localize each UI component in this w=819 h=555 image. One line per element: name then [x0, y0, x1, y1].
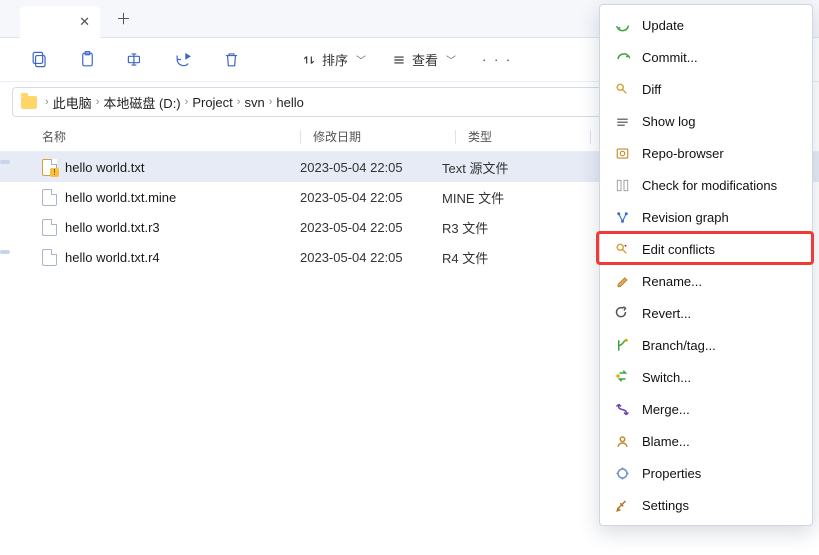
- check-icon: [614, 177, 630, 193]
- menu-item-editconf[interactable]: Edit conflicts: [600, 233, 812, 265]
- file-type: Text 源文件: [442, 158, 564, 177]
- menu-item-revert[interactable]: Revert...: [600, 297, 812, 329]
- menu-item-checkmods[interactable]: Check for modifications: [600, 169, 812, 201]
- menu-item-merge[interactable]: Merge...: [600, 393, 812, 425]
- file-icon: [42, 159, 57, 176]
- file-name: hello world.txt.r3: [65, 220, 160, 235]
- file-type: MINE 文件: [442, 188, 564, 207]
- menu-item-label: Check for modifications: [642, 178, 777, 193]
- menu-item-diff[interactable]: Diff: [600, 73, 812, 105]
- active-tab[interactable]: ✕: [20, 6, 100, 38]
- file-date: 2023-05-04 22:05: [300, 160, 442, 175]
- menu-item-label: Properties: [642, 466, 701, 481]
- share-icon[interactable]: [172, 49, 194, 71]
- chevron-right-icon: ›: [237, 96, 241, 108]
- view-label: 查看: [412, 50, 438, 69]
- menu-item-label: Rename...: [642, 274, 702, 289]
- file-icon: [42, 219, 57, 236]
- context-menu: Update Commit... Diff Show log Repo-browser C…: [599, 4, 813, 526]
- file-icon: [42, 189, 57, 206]
- file-date: 2023-05-04 22:05: [300, 220, 442, 235]
- file-date: 2023-05-04 22:05: [300, 190, 442, 205]
- view-button[interactable]: 查看 ﹀: [392, 50, 456, 69]
- menu-item-label: Merge...: [642, 402, 690, 417]
- file-icon: [42, 249, 57, 266]
- sort-button[interactable]: 排序 ﹀: [302, 50, 366, 69]
- menu-item-label: Show log: [642, 114, 695, 129]
- menu-item-properties[interactable]: Properties: [600, 457, 812, 489]
- menu-item-label: Blame...: [642, 434, 690, 449]
- menu-item-label: Commit...: [642, 50, 698, 65]
- breadcrumb-part[interactable]: svn: [244, 95, 264, 110]
- menu-item-label: Repo-browser: [642, 146, 724, 161]
- nav-collapse-handle[interactable]: [0, 160, 10, 164]
- switch-icon: [614, 369, 630, 385]
- menu-item-blame[interactable]: Blame...: [600, 425, 812, 457]
- menu-item-label: Revert...: [642, 306, 691, 321]
- header-type[interactable]: 类型: [468, 128, 590, 145]
- file-date: 2023-05-04 22:05: [300, 250, 442, 265]
- graph-icon: [614, 209, 630, 225]
- header-name[interactable]: 名称: [42, 128, 300, 145]
- menu-item-settings[interactable]: Settings: [600, 489, 812, 521]
- folder-icon: [21, 96, 37, 109]
- menu-item-commit[interactable]: Commit...: [600, 41, 812, 73]
- menu-item-branchtag[interactable]: Branch/tag...: [600, 329, 812, 361]
- rename-icon[interactable]: [124, 49, 146, 71]
- menu-item-label: Update: [642, 18, 684, 33]
- chevron-right-icon: ›: [45, 96, 49, 108]
- breadcrumb-part[interactable]: Project: [192, 95, 232, 110]
- menu-item-label: Switch...: [642, 370, 691, 385]
- repo-icon: [614, 145, 630, 161]
- commit-icon: [614, 49, 630, 65]
- paste-icon[interactable]: [76, 49, 98, 71]
- menu-item-revgraph[interactable]: Revision graph: [600, 201, 812, 233]
- file-type: R3 文件: [442, 218, 564, 237]
- menu-item-rename[interactable]: Rename...: [600, 265, 812, 297]
- chevron-down-icon: ﹀: [446, 52, 456, 67]
- header-date[interactable]: 修改日期: [313, 128, 455, 145]
- props-icon: [614, 465, 630, 481]
- branch-icon: [614, 337, 630, 353]
- menu-item-update[interactable]: Update: [600, 9, 812, 41]
- delete-icon[interactable]: [220, 49, 242, 71]
- diff-icon: [614, 81, 630, 97]
- chevron-right-icon: ›: [269, 96, 273, 108]
- settings-icon: [614, 497, 630, 513]
- new-tab-button[interactable]: ＋: [116, 8, 131, 29]
- menu-item-label: Branch/tag...: [642, 338, 716, 353]
- menu-item-label: Revision graph: [642, 210, 729, 225]
- sort-label: 排序: [322, 50, 348, 69]
- menu-item-label: Edit conflicts: [642, 242, 715, 257]
- revert-icon: [614, 305, 630, 321]
- menu-item-showlog[interactable]: Show log: [600, 105, 812, 137]
- chevron-down-icon: ﹀: [356, 52, 366, 67]
- update-icon: [614, 17, 630, 33]
- copy-icon[interactable]: [28, 49, 50, 71]
- file-type: R4 文件: [442, 248, 564, 267]
- menu-item-label: Diff: [642, 82, 661, 97]
- file-name: hello world.txt.r4: [65, 250, 160, 265]
- menu-item-label: Settings: [642, 498, 689, 513]
- editconf-icon: [614, 241, 630, 257]
- breadcrumb-part[interactable]: 此电脑: [53, 93, 92, 112]
- menu-item-switch[interactable]: Switch...: [600, 361, 812, 393]
- merge-icon: [614, 401, 630, 417]
- chevron-right-icon: ›: [96, 96, 100, 108]
- blame-icon: [614, 433, 630, 449]
- log-icon: [614, 113, 630, 129]
- nav-collapse-handle[interactable]: [0, 250, 10, 254]
- file-name: hello world.txt: [65, 160, 144, 175]
- close-tab-icon[interactable]: ✕: [79, 14, 90, 30]
- rename-icon: [614, 273, 630, 289]
- breadcrumb-part[interactable]: hello: [276, 95, 303, 110]
- file-name: hello world.txt.mine: [65, 190, 176, 205]
- more-button[interactable]: · · ·: [482, 52, 512, 67]
- menu-item-repobrowser[interactable]: Repo-browser: [600, 137, 812, 169]
- breadcrumb-part[interactable]: 本地磁盘 (D:): [103, 93, 180, 112]
- chevron-right-icon: ›: [185, 96, 189, 108]
